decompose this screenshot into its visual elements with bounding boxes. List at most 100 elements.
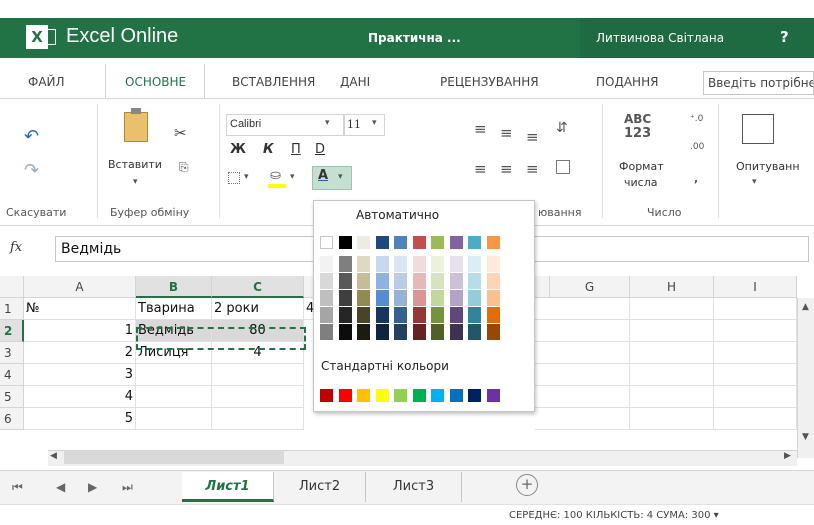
color-swatch[interactable] (449, 236, 463, 249)
color-swatch-shade[interactable] (357, 307, 370, 323)
color-swatch-shade[interactable] (320, 273, 333, 289)
color-swatch-shade[interactable] (468, 256, 481, 272)
color-swatch-shade[interactable] (394, 307, 407, 323)
color-swatch-shade[interactable] (375, 307, 389, 323)
color-swatch-shade[interactable] (468, 273, 481, 289)
cell-empty[interactable] (630, 342, 714, 364)
color-swatch-shade[interactable] (468, 324, 481, 340)
color-swatch-shade[interactable] (357, 324, 370, 340)
cell-C1[interactable]: 2 роки (212, 298, 304, 320)
chevron-down-icon[interactable]: ▾ (133, 177, 138, 187)
row-header[interactable]: 4 (0, 364, 24, 386)
prev-sheet-icon[interactable]: ◀ (56, 480, 65, 494)
cell-empty[interactable] (136, 364, 212, 386)
font-color-icon[interactable]: A (318, 168, 328, 183)
standard-color-swatch[interactable] (449, 389, 463, 402)
chevron-down-icon[interactable]: ▾ (290, 172, 295, 182)
chevron-down-icon[interactable]: ▾ (338, 172, 343, 182)
tab-data[interactable]: ДАНІ (340, 75, 370, 89)
tab-insert[interactable]: ВСТАВЛЕННЯ (232, 75, 315, 89)
color-swatch-shade[interactable] (449, 307, 463, 323)
standard-color-swatch[interactable] (412, 389, 426, 402)
color-swatch-shade[interactable] (486, 256, 500, 272)
cell-empty[interactable] (714, 364, 797, 386)
standard-color-swatch[interactable] (320, 389, 333, 402)
color-swatch-shade[interactable] (486, 273, 500, 289)
help-button[interactable]: ? (780, 28, 789, 46)
chevron-down-icon[interactable]: ▾ (752, 177, 757, 187)
scroll-up-icon[interactable]: ▲ (802, 302, 809, 312)
user-name[interactable]: Литвинова Світлана (596, 31, 724, 45)
underline-button[interactable]: П (291, 142, 301, 157)
scroll-down-icon[interactable]: ▼ (802, 432, 809, 442)
chevron-down-icon[interactable]: ▾ (325, 118, 330, 128)
color-swatch-shade[interactable] (486, 307, 500, 323)
color-swatch-shade[interactable] (338, 307, 352, 323)
cell-A2[interactable]: 1 (24, 320, 136, 342)
color-swatch[interactable] (338, 236, 352, 249)
color-swatch-shade[interactable] (412, 273, 426, 289)
color-swatch-shade[interactable] (375, 324, 389, 340)
color-swatch-shade[interactable] (486, 324, 500, 340)
tab-file[interactable]: ФАЙЛ (28, 75, 65, 89)
color-swatch-shade[interactable] (375, 256, 389, 272)
color-swatch-shade[interactable] (449, 324, 463, 340)
double-underline-button[interactable]: D (315, 142, 325, 157)
color-swatch-shade[interactable] (449, 273, 463, 289)
cell-A1[interactable]: № (24, 298, 136, 320)
standard-color-swatch[interactable] (431, 389, 444, 402)
color-swatch-shade[interactable] (394, 324, 407, 340)
standard-color-swatch[interactable] (394, 389, 407, 402)
row-header[interactable]: 3 (0, 342, 24, 364)
column-header[interactable]: B (136, 276, 212, 298)
color-swatch-shade[interactable] (338, 273, 352, 289)
column-header[interactable]: C (212, 276, 304, 298)
standard-color-swatch[interactable] (468, 389, 481, 402)
column-header[interactable]: A (24, 276, 136, 298)
color-swatch-shade[interactable] (375, 290, 389, 306)
copy-icon[interactable]: ⎘ (179, 160, 189, 175)
color-swatch-shade[interactable] (449, 290, 463, 306)
cell-empty[interactable] (630, 320, 714, 342)
row-header[interactable]: 5 (0, 386, 24, 408)
survey-icon[interactable] (742, 114, 774, 144)
color-swatch[interactable] (486, 236, 500, 249)
chevron-down-icon[interactable]: ▾ (372, 118, 377, 128)
cell-A4[interactable]: 3 (24, 364, 136, 386)
automatic-color-option[interactable]: Автоматично (356, 208, 439, 222)
scroll-right-icon[interactable]: ▶ (784, 451, 791, 461)
cell-empty[interactable] (714, 342, 797, 364)
cell-empty[interactable] (212, 364, 304, 386)
color-swatch[interactable] (431, 236, 444, 249)
color-swatch-shade[interactable] (320, 290, 333, 306)
increase-decimal-icon[interactable]: ⁺.0 (690, 114, 703, 124)
number-format-icon-mid[interactable]: 123 (624, 126, 651, 141)
color-swatch-shade[interactable] (357, 273, 370, 289)
color-swatch[interactable] (357, 236, 370, 249)
next-sheet-icon[interactable]: ▶ (88, 480, 97, 494)
merge-cells-icon[interactable] (556, 160, 570, 174)
color-swatch[interactable] (394, 236, 407, 249)
bold-button[interactable]: Ж (230, 142, 246, 157)
color-swatch-shade[interactable] (338, 256, 352, 272)
wrap-text-icon[interactable]: ⇵ (556, 120, 568, 136)
cell-empty[interactable] (630, 408, 714, 430)
tab-home[interactable]: ОСНОВНЕ (125, 75, 186, 89)
color-swatch-shade[interactable] (431, 307, 444, 323)
first-sheet-icon[interactable]: ⏮ (12, 480, 23, 495)
row-header[interactable]: 6 (0, 408, 24, 430)
color-swatch-shade[interactable] (375, 273, 389, 289)
color-swatch-shade[interactable] (320, 307, 333, 323)
standard-color-swatch[interactable] (486, 389, 500, 402)
fill-color-icon[interactable]: ⛀ (270, 168, 281, 183)
column-header[interactable]: H (630, 276, 714, 298)
undo-icon[interactable]: ↶ (24, 126, 39, 147)
document-title[interactable]: Практична ... (368, 31, 461, 45)
align-right-icon[interactable]: ≡ (526, 160, 539, 178)
borders-icon[interactable] (228, 172, 240, 184)
app-title[interactable]: Excel Online (66, 25, 178, 48)
cell-empty[interactable] (714, 320, 797, 342)
color-swatch-shade[interactable] (394, 273, 407, 289)
align-top-icon[interactable]: ≡ (474, 120, 487, 138)
color-swatch-shade[interactable] (394, 290, 407, 306)
